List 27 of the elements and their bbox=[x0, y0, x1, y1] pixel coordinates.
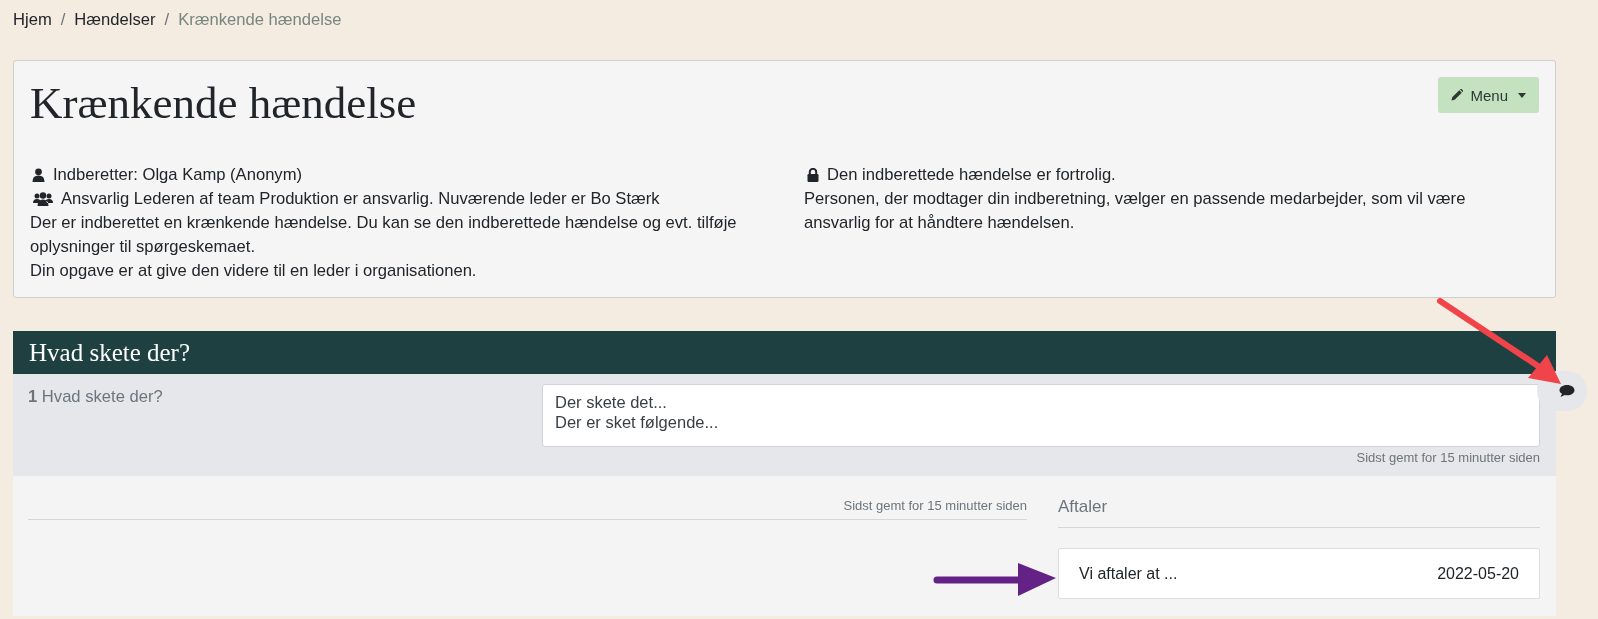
answer-field[interactable]: Der skete det... Der er sket følgende... bbox=[542, 384, 1540, 447]
caret-icon bbox=[1518, 92, 1526, 98]
breadcrumb-separator: / bbox=[59, 10, 67, 30]
saved-status: Sidst gemt for 15 minutter siden bbox=[843, 498, 1027, 513]
agreement-item[interactable]: Vi aftaler at ... 2022-05-20 bbox=[1058, 548, 1540, 599]
page-title: Krænkende hændelse bbox=[30, 78, 417, 128]
agreements-heading: Aftaler bbox=[1058, 476, 1540, 528]
menu-button[interactable]: Menu bbox=[1438, 77, 1539, 113]
responsible-text: Ansvarlig Lederen af team Produktion er ansvarlig. Nuværende leder er Bo Stærk bbox=[61, 188, 660, 210]
info-paragraph: Der er indberettet en krænkende hændelse. Du kan se den indberettede hændelse og evt. tilføje oplysninger til spørgeskemaet. bbox=[30, 212, 738, 258]
section-title: Hvad skete der? bbox=[29, 338, 191, 367]
breadcrumb-link[interactable]: Hændelser bbox=[74, 10, 156, 30]
confidential-text: Den indberettede hændelse er fortrolig. bbox=[827, 164, 1116, 186]
agreement-date: 2022-05-20 bbox=[1437, 564, 1519, 583]
pencil-icon bbox=[1451, 89, 1464, 101]
user-icon bbox=[32, 168, 45, 182]
breadcrumb-link[interactable]: Hjem bbox=[13, 10, 52, 30]
breadcrumb-separator: / bbox=[163, 10, 171, 30]
agreement-text: Vi aftaler at ... bbox=[1079, 564, 1178, 583]
users-icon bbox=[33, 192, 53, 206]
reporter-text: Indberetter: Olga Kamp (Anonym) bbox=[53, 164, 303, 186]
comment-icon bbox=[1559, 384, 1575, 398]
info-paragraph: Din opgave er at give den videre til en leder i organisationen. bbox=[30, 260, 478, 282]
question-label: 1 Hvad skete der? bbox=[28, 386, 164, 408]
lock-icon bbox=[807, 168, 819, 182]
saved-status: Sidst gemt for 15 minutter siden bbox=[1355, 450, 1540, 465]
info-paragraph: Personen, der modtager din indberetning, vælger en passende medarbejder, som vil være ansvarlig for at håndtere hændelsen. bbox=[804, 188, 1467, 234]
